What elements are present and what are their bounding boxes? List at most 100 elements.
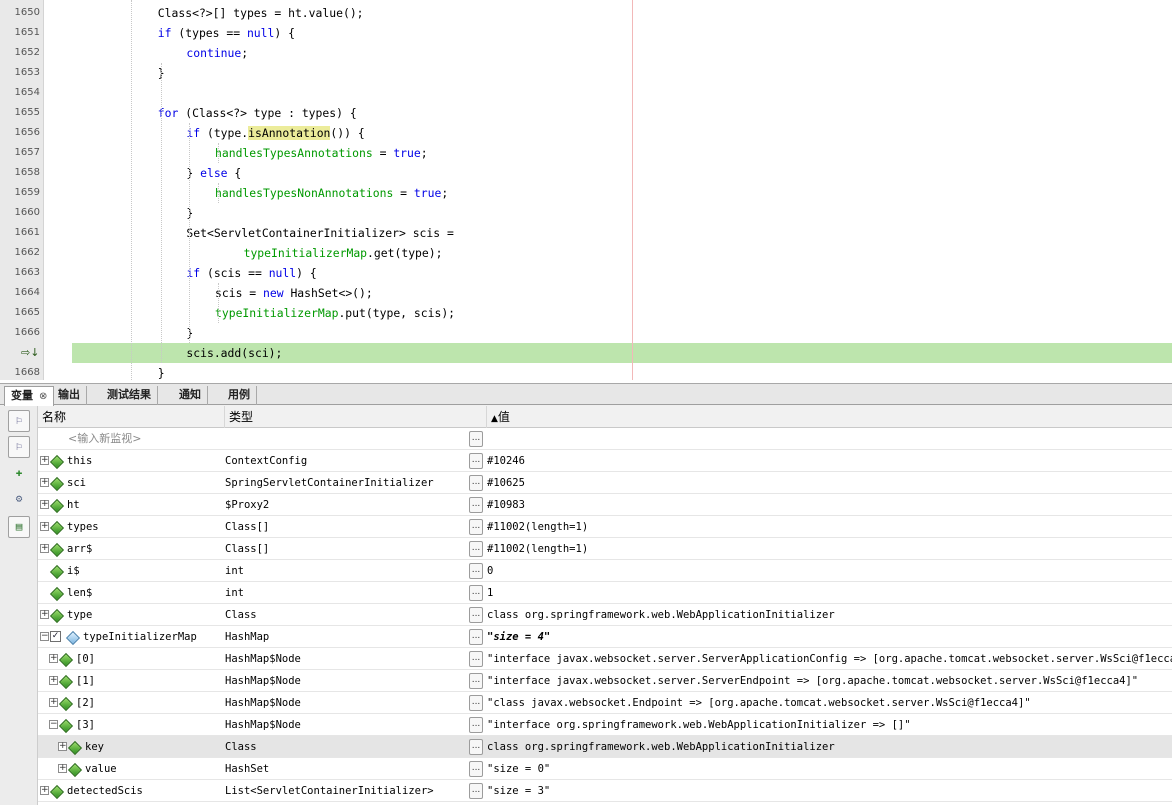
line-number[interactable]: 1654: [0, 83, 40, 103]
variable-value[interactable]: #10625: [487, 472, 1172, 494]
table-row[interactable]: − [3] HashMap$Node... "interface org.spring…: [38, 714, 1172, 736]
table-row[interactable]: + ht $Proxy2... #10983: [38, 494, 1172, 516]
column-header-type[interactable]: 类型: [225, 406, 487, 428]
line-number[interactable]: 1658: [0, 163, 40, 183]
tab-notifications[interactable]: 通知: [173, 386, 208, 405]
table-row[interactable]: i$ int... 0: [38, 560, 1172, 582]
expand-icon[interactable]: +: [40, 500, 49, 509]
line-number[interactable]: 1650: [0, 3, 40, 23]
expand-icon[interactable]: +: [49, 698, 58, 707]
edit-value-button[interactable]: ...: [469, 651, 483, 667]
new-watch-placeholder[interactable]: <输入新监视>: [68, 428, 218, 450]
edit-value-button[interactable]: ...: [469, 585, 483, 601]
edit-value-button[interactable]: ...: [469, 607, 483, 623]
table-row[interactable]: − ✓ typeInitializerMap HashMap... "size = 4": [38, 626, 1172, 648]
table-row[interactable]: + [1] HashMap$Node... "interface javax.webs…: [38, 670, 1172, 692]
edit-value-button[interactable]: ...: [469, 541, 483, 557]
column-header-name[interactable]: 名称: [38, 406, 225, 428]
expand-icon[interactable]: +: [49, 676, 58, 685]
line-number[interactable]: 1655: [0, 103, 40, 123]
variable-value[interactable]: "interface org.springframework.web.WebAp…: [487, 714, 1172, 736]
variable-value[interactable]: class org.springframework.web.WebApplica…: [487, 736, 1172, 758]
tab-output[interactable]: 输出: [52, 386, 87, 405]
edit-value-button[interactable]: ...: [469, 497, 483, 513]
line-number[interactable]: 1663: [0, 263, 40, 283]
tab-use-cases[interactable]: 用例: [222, 386, 257, 405]
variable-value[interactable]: #11002(length=1): [487, 516, 1172, 538]
line-number[interactable]: 1664: [0, 283, 40, 303]
tab-variables[interactable]: 变量 ⊗: [4, 386, 55, 406]
collapse-icon[interactable]: −: [40, 632, 49, 641]
table-row[interactable]: + key Class... class org.springframework.we…: [38, 736, 1172, 758]
table-row[interactable]: + value HashSet... "size = 0": [38, 758, 1172, 780]
variable-value[interactable]: class org.springframework.web.WebApplica…: [487, 604, 1172, 626]
expand-icon[interactable]: +: [40, 786, 49, 795]
expand-icon[interactable]: +: [40, 610, 49, 619]
variable-value[interactable]: "interface javax.websocket.server.Server…: [487, 670, 1172, 692]
edit-value-button[interactable]: ...: [469, 519, 483, 535]
edit-value-button[interactable]: ...: [469, 739, 483, 755]
new-watch-icon[interactable]: ✚: [8, 462, 30, 484]
line-number[interactable]: 1657: [0, 143, 40, 163]
close-icon[interactable]: ⊗: [39, 391, 47, 402]
table-row[interactable]: + detectedScis List<ServletContainerInitia…: [38, 780, 1172, 802]
table-row[interactable]: + type Class... class org.springframework.w…: [38, 604, 1172, 626]
expand-icon[interactable]: +: [49, 654, 58, 663]
tab-test-results[interactable]: 测试结果: [101, 386, 158, 405]
expand-icon[interactable]: +: [58, 742, 67, 751]
new-watch-row[interactable]: <输入新监视>...: [38, 428, 1172, 450]
edit-value-button[interactable]: ...: [469, 453, 483, 469]
expand-icon[interactable]: +: [40, 456, 49, 465]
line-number[interactable]: 1660: [0, 203, 40, 223]
debug-settings-icon[interactable]: ⚙: [8, 488, 30, 510]
line-number[interactable]: 1653: [0, 63, 40, 83]
show-variables-icon[interactable]: ▤: [8, 516, 30, 538]
variable-value[interactable]: #10983: [487, 494, 1172, 516]
table-row[interactable]: len$ int... 1: [38, 582, 1172, 604]
table-row[interactable]: + [0] HashMap$Node... "interface javax.webs…: [38, 648, 1172, 670]
watch-options-icon[interactable]: ⚐: [8, 436, 30, 458]
code-editor[interactable]: 1650 1651 1652 1653 1654 1655 1656 1657 1658 1659…: [0, 0, 1172, 380]
table-row[interactable]: + [2] HashMap$Node... "class javax.websocke…: [38, 692, 1172, 714]
variable-value[interactable]: 0: [487, 560, 1172, 582]
variable-value[interactable]: "class javax.websocket.Endpoint => [org.…: [487, 692, 1172, 714]
variable-value[interactable]: "size = 4": [487, 626, 1172, 648]
line-number[interactable]: 1668: [0, 363, 40, 380]
edit-value-button[interactable]: ...: [469, 673, 483, 689]
line-number[interactable]: 1661: [0, 223, 40, 243]
variable-value[interactable]: "interface javax.websocket.server.Server…: [487, 648, 1172, 670]
line-number[interactable]: 1652: [0, 43, 40, 63]
expand-icon[interactable]: +: [40, 544, 49, 553]
edit-value-button[interactable]: ...: [469, 783, 483, 799]
column-header-value[interactable]: ▲值: [487, 406, 1172, 428]
watch-checkbox[interactable]: ✓: [50, 631, 61, 642]
edit-value-button[interactable]: ...: [469, 761, 483, 777]
edit-value-button[interactable]: ...: [469, 717, 483, 733]
line-number[interactable]: 1659: [0, 183, 40, 203]
variable-value[interactable]: #11002(length=1): [487, 538, 1172, 560]
line-number[interactable]: 1665: [0, 303, 40, 323]
table-row[interactable]: + types Class[]... #11002(length=1): [38, 516, 1172, 538]
edit-value-button[interactable]: ...: [469, 695, 483, 711]
line-number[interactable]: 1656: [0, 123, 40, 143]
collapse-icon[interactable]: −: [49, 720, 58, 729]
table-row[interactable]: + this ContextConfig... #10246: [38, 450, 1172, 472]
table-row[interactable]: + arr$ Class[]... #11002(length=1): [38, 538, 1172, 560]
table-row[interactable]: + sci SpringServletContainerInitializer...…: [38, 472, 1172, 494]
variable-value[interactable]: "size = 0": [487, 758, 1172, 780]
watch-filter-icon[interactable]: ⚐: [8, 410, 30, 432]
expand-icon[interactable]: +: [58, 764, 67, 773]
expand-icon[interactable]: +: [40, 478, 49, 487]
variable-value[interactable]: "size = 3": [487, 780, 1172, 802]
edit-value-button[interactable]: ...: [469, 563, 483, 579]
variable-value[interactable]: #10246: [487, 450, 1172, 472]
line-number[interactable]: 1666: [0, 323, 40, 343]
edit-value-button[interactable]: ...: [469, 431, 483, 447]
variable-value[interactable]: 1: [487, 582, 1172, 604]
line-number-gutter[interactable]: 1650 1651 1652 1653 1654 1655 1656 1657 1658 1659…: [0, 0, 44, 380]
edit-value-button[interactable]: ...: [469, 629, 483, 645]
line-number[interactable]: 1662: [0, 243, 40, 263]
line-number[interactable]: 1651: [0, 23, 40, 43]
expand-icon[interactable]: +: [40, 522, 49, 531]
edit-value-button[interactable]: ...: [469, 475, 483, 491]
